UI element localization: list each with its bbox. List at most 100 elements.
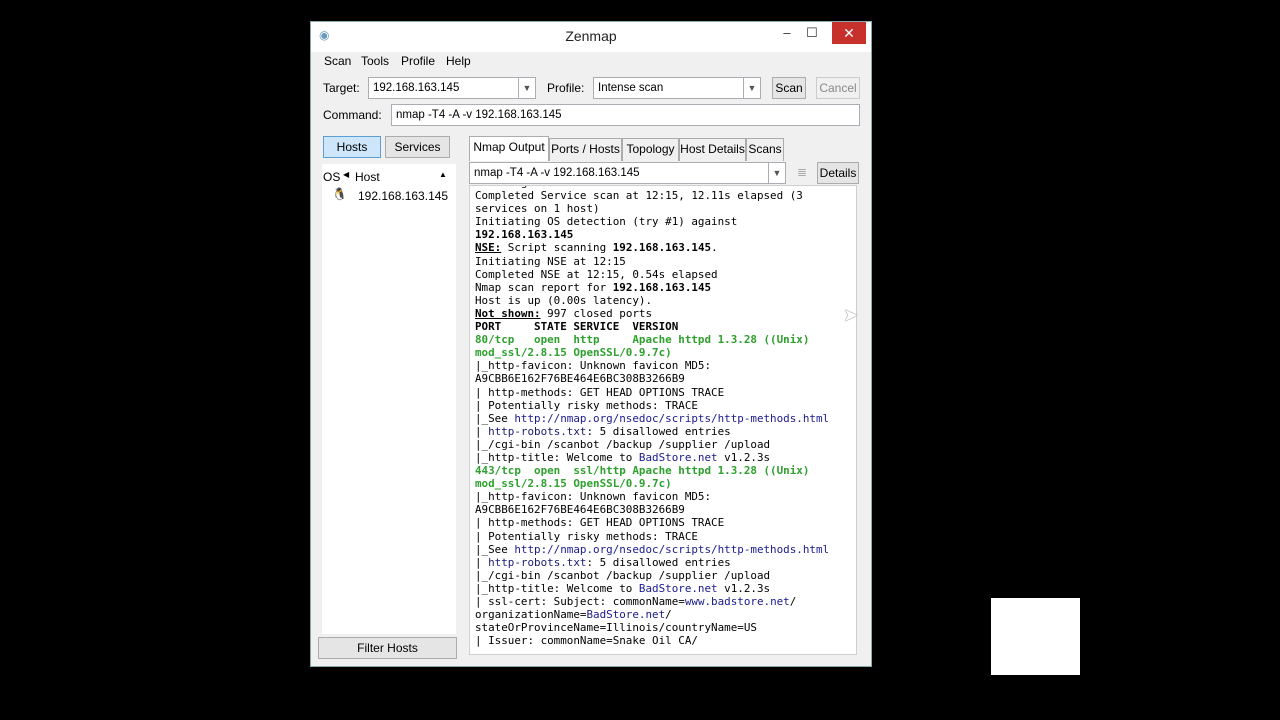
chevron-down-icon[interactable]: ▼	[518, 78, 535, 98]
scan-button[interactable]: Scan	[772, 77, 806, 99]
output-text: Completed NSE at 12:15, 0.54s elapsed	[475, 267, 718, 281]
output-text: http-robots.txt	[488, 555, 587, 569]
output-text: PORT STATE SERVICE VERSION	[475, 320, 679, 334]
output-text: |	[475, 424, 489, 438]
output-scan-select[interactable]: nmap -T4 -A -v 192.168.163.145 ▼	[469, 162, 786, 184]
output-line: A9CBB6E162F76BE464E6BC308B3266B9	[475, 503, 829, 516]
output-line: | ssl-cert: Subject: commonName=www.bads…	[475, 595, 829, 608]
maximize-button[interactable]: ☐	[798, 22, 826, 44]
menu-tools[interactable]: Tools	[361, 54, 389, 68]
output-text: 192.168.163.145	[475, 228, 574, 242]
output-text: A9CBB6E162F76BE464E6BC308B3266B9	[475, 503, 685, 517]
nmap-output-text[interactable]: Scanning 3 services on 192.168.163.145Co…	[469, 185, 857, 655]
output-text: v1.2.3s	[717, 581, 771, 595]
output-link[interactable]: http://nmap.org/nsedoc/scripts/http-meth…	[514, 543, 829, 556]
output-text: | http-methods: GET HEAD OPTIONS TRACE	[475, 516, 725, 530]
target-label: Target:	[323, 81, 360, 95]
output-line: Completed NSE at 12:15, 0.54s elapsed	[475, 268, 829, 281]
output-line: | Issuer: commonName=Snake Oil CA/	[475, 634, 829, 647]
tab-topology[interactable]: Topology	[622, 138, 679, 161]
output-text: | http-methods: GET HEAD OPTIONS TRACE	[475, 385, 725, 399]
grip-icon: ≣	[797, 165, 808, 179]
output-link[interactable]: BadStore.net	[586, 608, 665, 621]
filter-hosts-button[interactable]: Filter Hosts	[318, 637, 457, 659]
output-text: |_http-title: Welcome to	[475, 450, 639, 464]
minimize-button[interactable]: ‒	[773, 22, 801, 44]
output-text: .	[711, 241, 718, 255]
output-line: | Potentially risky methods: TRACE	[475, 399, 829, 412]
output-line: | http-robots.txt: 5 disallowed entries	[475, 425, 829, 438]
output-text: |_http-favicon: Unknown favicon MD5:	[475, 490, 712, 504]
linux-penguin-icon: 🐧	[332, 187, 347, 201]
output-text: 997 closed ports	[540, 306, 653, 320]
output-text: http-robots.txt	[488, 424, 587, 438]
menu-help[interactable]: Help	[446, 54, 471, 68]
output-text: v1.2.3s	[717, 450, 771, 464]
output-scan-value: nmap -T4 -A -v 192.168.163.145	[474, 167, 640, 179]
details-button[interactable]: Details	[817, 162, 859, 184]
output-text: organizationName=	[475, 608, 587, 622]
output-text: : 5 disallowed entries	[586, 424, 731, 438]
output-line: |_See http://nmap.org/nsedoc/scripts/htt…	[475, 412, 829, 425]
menu-profile[interactable]: Profile	[401, 54, 435, 68]
output-text: |	[475, 555, 489, 569]
output-line: |_http-title: Welcome to BadStore.net v1…	[475, 582, 829, 595]
output-text: | Potentially risky methods: TRACE	[475, 529, 698, 543]
tab-scans[interactable]: Scans	[746, 138, 784, 161]
output-line: 192.168.163.145	[475, 228, 829, 241]
command-label: Command:	[323, 108, 382, 122]
output-line: 80/tcp open http Apache httpd 1.3.28 ((U…	[475, 333, 829, 346]
host-list: OS ◀ Host ▲ 🐧 192.168.163.145	[322, 164, 456, 634]
output-line: Nmap scan report for 192.168.163.145	[475, 281, 829, 294]
output-line: 443/tcp open ssl/http Apache httpd 1.3.2…	[475, 464, 829, 477]
services-button[interactable]: Services	[385, 136, 450, 158]
output-link[interactable]: www.badstore.net	[685, 595, 790, 608]
output-line: |_See http://nmap.org/nsedoc/scripts/htt…	[475, 543, 829, 556]
title-bar: ◉ Zenmap ‒ ☐ ✕	[311, 22, 871, 52]
white-overlay-box	[991, 598, 1080, 675]
sort-left-icon: ◀	[343, 170, 350, 179]
tab-ports-hosts[interactable]: Ports / Hosts	[549, 138, 622, 161]
output-line: |_http-favicon: Unknown favicon MD5:	[475, 359, 829, 372]
output-line: | http-methods: GET HEAD OPTIONS TRACE	[475, 386, 829, 399]
target-combobox[interactable]: 192.168.163.145 ▼	[368, 77, 536, 99]
output-text: |_See	[475, 411, 515, 425]
col-os-header[interactable]: OS	[323, 170, 340, 184]
output-link[interactable]: http://nmap.org/nsedoc/scripts/http-meth…	[514, 412, 829, 425]
output-text: |_http-title: Welcome to	[475, 581, 639, 595]
profile-label: Profile:	[547, 81, 585, 95]
output-line: | http-methods: GET HEAD OPTIONS TRACE	[475, 516, 829, 529]
output-line: PORT STATE SERVICE VERSION	[475, 320, 829, 333]
output-text: stateOrProvinceName=Illinois/countryName…	[475, 621, 757, 635]
output-text: |_/cgi-bin /scanbot /backup /supplier /u…	[475, 568, 771, 582]
output-line: | Potentially risky methods: TRACE	[475, 530, 829, 543]
output-line: Initiating NSE at 12:15	[475, 255, 829, 268]
output-line: organizationName=BadStore.net/	[475, 608, 829, 621]
tab-host-details[interactable]: Host Details	[679, 138, 746, 161]
output-text: |_/cgi-bin /scanbot /backup /supplier /u…	[475, 437, 771, 451]
hosts-button[interactable]: Hosts	[323, 136, 381, 158]
cancel-button[interactable]: Cancel	[816, 77, 860, 99]
output-text: | Potentially risky methods: TRACE	[475, 398, 698, 412]
profile-combobox[interactable]: Intense scan ▼	[593, 77, 761, 99]
output-link[interactable]: BadStore.net	[639, 451, 718, 464]
output-text: : 5 disallowed entries	[586, 555, 731, 569]
command-input[interactable]: nmap -T4 -A -v 192.168.163.145	[391, 104, 860, 126]
output-text: 80/tcp open http Apache httpd 1.3.28 ((U…	[475, 333, 810, 347]
chevron-down-icon[interactable]: ▼	[743, 78, 760, 98]
output-line: |_http-title: Welcome to BadStore.net v1…	[475, 451, 829, 464]
output-link[interactable]: BadStore.net	[639, 582, 718, 595]
host-row[interactable]: 🐧 192.168.163.145	[322, 186, 456, 204]
output-line: stateOrProvinceName=Illinois/countryName…	[475, 621, 829, 634]
menu-scan[interactable]: Scan	[324, 54, 351, 68]
tab-nmap-output[interactable]: Nmap Output	[469, 136, 549, 161]
output-line: mod_ssl/2.8.15 OpenSSL/0.9.7c)	[475, 346, 829, 359]
output-line: Host is up (0.00s latency).	[475, 294, 829, 307]
close-button[interactable]: ✕	[832, 22, 866, 44]
output-text: |_http-favicon: Unknown favicon MD5:	[475, 359, 712, 373]
output-text: services on 1 host)	[475, 202, 600, 216]
chevron-down-icon[interactable]: ▼	[768, 163, 785, 183]
output-text: Not shown:	[475, 306, 541, 320]
col-host-header[interactable]: Host	[355, 170, 380, 184]
output-line: services on 1 host)	[475, 202, 829, 215]
